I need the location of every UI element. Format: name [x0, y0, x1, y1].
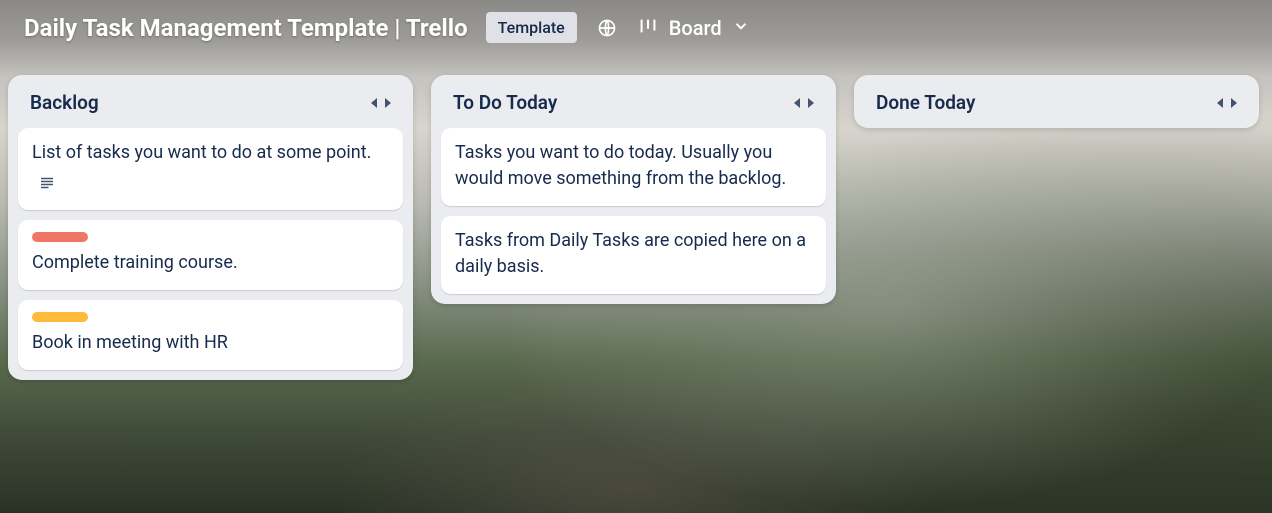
list-header: Done Today	[864, 85, 1249, 118]
list-todo-today: To Do Today Tasks you want to do today. …	[431, 75, 836, 304]
card-text: Tasks from Daily Tasks are copied here o…	[455, 228, 812, 280]
card[interactable]: Tasks you want to do today. Usually you …	[441, 128, 826, 206]
board-title[interactable]: Daily Task Management Template | Trello	[24, 14, 468, 42]
list-header: To Do Today	[441, 85, 826, 118]
view-label: Board	[669, 16, 722, 40]
collapse-list-icon[interactable]	[369, 95, 393, 111]
collapse-list-icon[interactable]	[1215, 95, 1239, 111]
collapse-list-icon[interactable]	[792, 95, 816, 111]
list-backlog: Backlog List of tasks you want to do at …	[8, 75, 413, 380]
list-title[interactable]: Backlog	[30, 91, 99, 114]
card-label-orange[interactable]	[32, 312, 88, 322]
chevron-down-icon	[732, 17, 750, 39]
description-icon	[32, 174, 389, 196]
card-text: Tasks you want to do today. Usually you …	[455, 140, 812, 192]
board-canvas: Backlog List of tasks you want to do at …	[0, 61, 1272, 380]
globe-icon[interactable]	[595, 16, 619, 40]
card-text: Complete training course.	[32, 250, 389, 276]
view-switcher[interactable]: Board	[637, 15, 750, 41]
card-text: List of tasks you want to do at some poi…	[32, 140, 389, 166]
list-title[interactable]: To Do Today	[453, 91, 557, 114]
card[interactable]: Complete training course.	[18, 220, 403, 290]
card[interactable]: List of tasks you want to do at some poi…	[18, 128, 403, 210]
list-header: Backlog	[18, 85, 403, 118]
card-text: Book in meeting with HR	[32, 330, 389, 356]
card[interactable]: Tasks from Daily Tasks are copied here o…	[441, 216, 826, 294]
card-label-red[interactable]	[32, 232, 88, 242]
board-view-icon	[637, 15, 659, 41]
board-header: Daily Task Management Template | Trello …	[0, 0, 1272, 61]
list-done-today: Done Today	[854, 75, 1259, 128]
template-badge[interactable]: Template	[486, 12, 577, 43]
list-title[interactable]: Done Today	[876, 91, 975, 114]
card[interactable]: Book in meeting with HR	[18, 300, 403, 370]
